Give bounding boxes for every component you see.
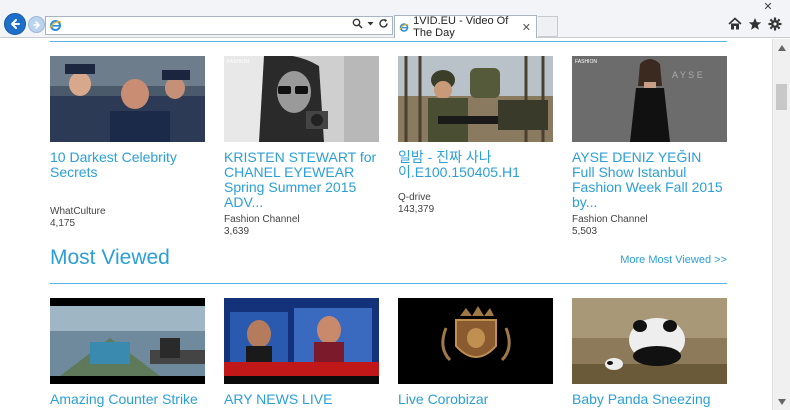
search-icon[interactable] [352,18,363,29]
video-card[interactable]: Live Corobizar [398,298,553,407]
thumbnail-label: FASHION [575,59,597,65]
section-heading-most-viewed: Most Viewed [50,246,170,269]
svg-text:A Y S E: A Y S E [672,70,703,80]
ie-logo-icon [49,20,62,31]
tab-title: 1VID.EU - Video Of The Day [413,15,509,39]
video-thumbnail[interactable] [572,298,727,384]
video-card[interactable]: 일밤 - 진짜 사나이.E100.150405.H1 Q-drive 143,3… [398,56,553,238]
video-card[interactable]: Amazing Counter Strike [50,298,205,407]
video-title[interactable]: KRISTEN STEWART for CHANEL EYEWEAR Sprin… [224,150,379,210]
video-grid-top: 10 Darkest Celebrity Secrets WhatCulture… [50,56,727,238]
thumbnail-image [572,298,727,384]
thumbnail-label: FASHION [227,59,249,65]
close-icon: ✕ [763,0,773,13]
video-title[interactable]: Live Corobizar [398,392,553,407]
window-close-button[interactable]: ✕ [754,0,782,13]
video-title[interactable]: ARY NEWS LIVE [224,392,379,407]
video-thumbnail[interactable] [224,298,379,384]
thumbnail-image [224,298,379,384]
thumbnail-image [50,298,205,384]
home-icon [728,17,742,30]
settings-button[interactable] [768,17,782,31]
arrow-left-icon [11,19,20,29]
video-grid-most-viewed: Amazing Counter Strike ARY NEWS LIVE Liv… [50,298,727,407]
video-title[interactable]: 10 Darkest Celebrity Secrets [50,150,205,180]
thumbnail-image [398,298,553,384]
forward-button[interactable] [28,16,45,33]
channel-name: Fashion Channel [224,214,300,225]
video-title[interactable]: AYSE DENIZ YEĞIN Full Show Istanbul Fash… [572,150,727,210]
video-thumbnail[interactable] [398,56,553,142]
tab-close-icon[interactable]: ✕ [522,21,531,34]
channel-name: Fashion Channel [572,214,648,225]
address-bar[interactable] [45,16,393,35]
video-card[interactable]: A Y S E FASHION AYSE DENIZ YEĞIN Full Sh… [572,56,727,238]
back-button[interactable] [4,13,26,35]
ie-logo-icon [399,22,409,32]
channel-name: WhatCulture [50,206,106,217]
thumbnail-image: A Y S E [572,56,727,142]
view-count: 3,639 [224,226,250,237]
view-count: 4,175 [50,218,76,229]
video-thumbnail[interactable] [50,56,205,142]
scroll-up-button[interactable] [773,39,790,56]
view-count: 5,503 [572,226,598,237]
channel-name: Q-drive [398,192,431,203]
video-card[interactable]: 10 Darkest Celebrity Secrets WhatCulture… [50,56,205,238]
thumbnail-image [398,56,553,142]
video-title[interactable]: Amazing Counter Strike [50,392,205,407]
url-input[interactable] [64,18,364,33]
thumbnail-image [50,56,205,142]
vertical-scrollbar[interactable] [772,39,790,410]
scrollbar-thumb[interactable] [776,84,787,110]
scroll-down-button[interactable] [773,393,790,410]
favorites-button[interactable] [748,17,762,31]
view-count: 143,379 [398,204,435,215]
section-divider [50,41,727,42]
browser-chrome: ✕ 1VID.EU - Video Of The Day ✕ [0,0,790,39]
video-thumbnail[interactable]: FASHION [224,56,379,142]
section-divider [50,283,727,284]
triangle-down-icon [777,398,786,405]
video-title[interactable]: 일밤 - 진짜 사나이.E100.150405.H1 [398,150,553,180]
video-thumbnail[interactable] [50,298,205,384]
page-content: 10 Darkest Celebrity Secrets WhatCulture… [0,39,772,410]
browser-tab-active[interactable]: 1VID.EU - Video Of The Day ✕ [394,15,537,39]
dropdown-arrow-icon[interactable] [367,20,374,27]
star-icon [748,18,762,30]
more-most-viewed-link[interactable]: More Most Viewed >> [620,254,727,266]
video-thumbnail[interactable]: A Y S E FASHION [572,56,727,142]
triangle-up-icon [777,44,786,51]
video-card[interactable]: Baby Panda Sneezing [572,298,727,407]
video-thumbnail[interactable] [398,298,553,384]
video-card[interactable]: FASHION KRISTEN STEWART for CHANEL EYEWE… [224,56,379,238]
thumbnail-image [224,56,379,142]
new-tab-button[interactable] [538,16,558,37]
refresh-icon[interactable] [378,18,389,29]
gear-icon [768,17,782,31]
home-button[interactable] [728,17,742,31]
arrow-right-icon [32,20,40,29]
video-title[interactable]: Baby Panda Sneezing [572,392,727,407]
video-card[interactable]: ARY NEWS LIVE [224,298,379,407]
